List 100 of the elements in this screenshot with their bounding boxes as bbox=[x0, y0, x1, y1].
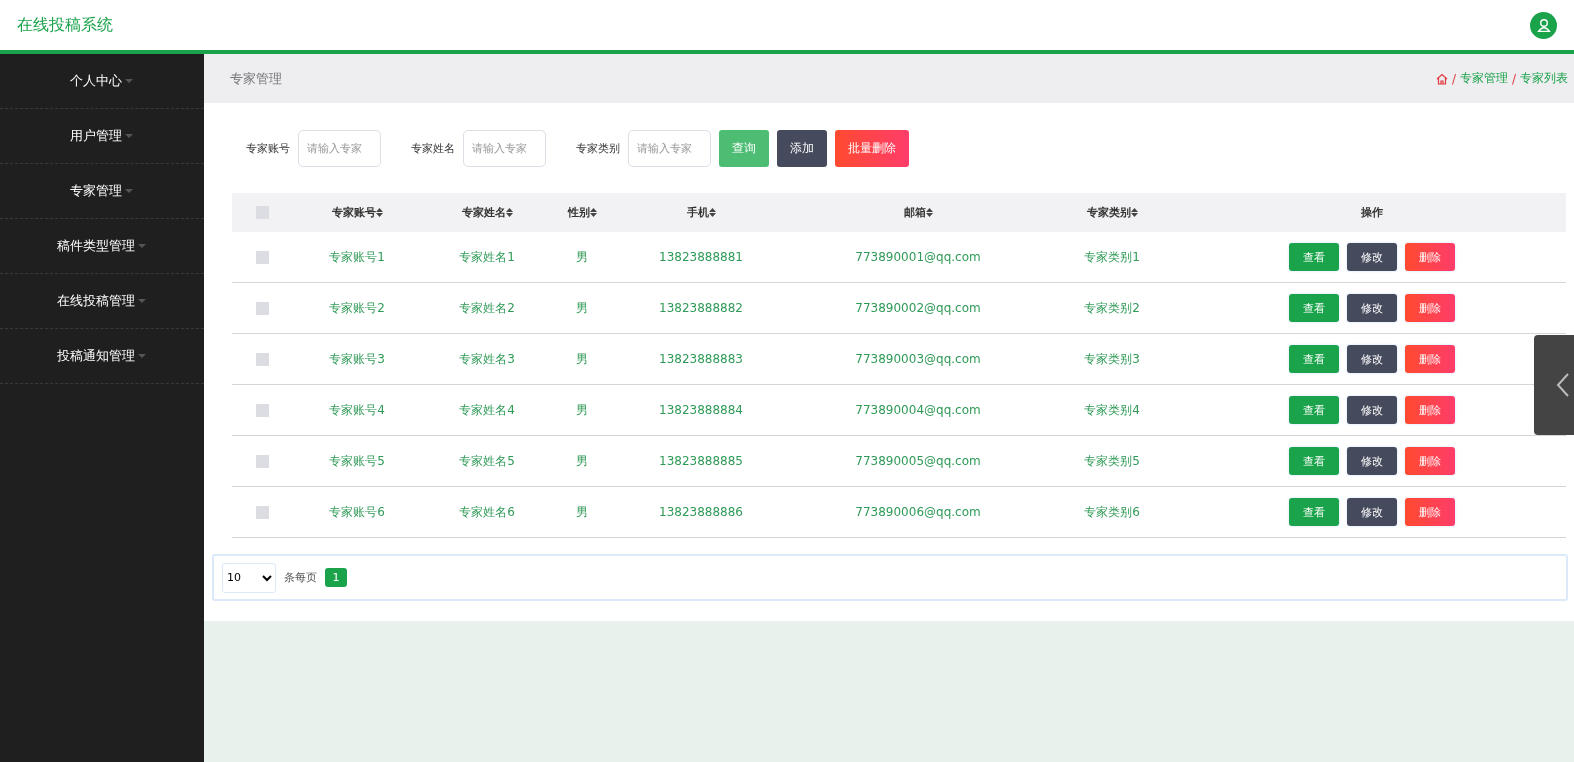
table-cell-text: 专家类别4 bbox=[1083, 401, 1141, 419]
column-header: 邮箱 bbox=[903, 205, 926, 220]
caret-icon bbox=[124, 78, 134, 84]
table-cell-text: 专家类别2 bbox=[1083, 299, 1141, 317]
table-cell-text: 专家姓名5 bbox=[458, 452, 516, 470]
table-cell-text: 专家账号4 bbox=[328, 401, 386, 419]
side-panel-tab[interactable] bbox=[1534, 335, 1574, 435]
column-header: 专家姓名 bbox=[461, 205, 506, 220]
batch-delete-button[interactable]: 批量删除 bbox=[835, 129, 909, 167]
chevron-left-icon bbox=[1556, 372, 1570, 398]
table-cell-text: 专家姓名4 bbox=[458, 401, 516, 419]
breadcrumb-separator: / bbox=[1511, 71, 1516, 86]
table-cell-text: 专家类别5 bbox=[1083, 452, 1141, 470]
table-cell-text: 773890006@qq.com bbox=[854, 505, 982, 519]
view-button[interactable]: 查看 bbox=[1289, 396, 1339, 424]
caret-icon bbox=[137, 298, 147, 304]
table-cell-text: 专家账号3 bbox=[328, 350, 386, 368]
caret-icon bbox=[137, 353, 147, 359]
per-page-label: 条每页 bbox=[284, 570, 317, 585]
page-size-select[interactable]: 10 bbox=[222, 562, 276, 593]
sort-icon[interactable] bbox=[589, 208, 597, 217]
row-checkbox[interactable] bbox=[255, 505, 269, 519]
delete-button[interactable]: 删除 bbox=[1405, 294, 1455, 322]
table-cell-text: 男 bbox=[575, 350, 589, 368]
sort-icon[interactable] bbox=[375, 208, 383, 217]
delete-button[interactable]: 删除 bbox=[1405, 498, 1455, 526]
table-cell-text: 13823888884 bbox=[658, 403, 744, 417]
row-checkbox[interactable] bbox=[255, 250, 269, 264]
column-header: 专家账号 bbox=[331, 205, 376, 220]
table-cell-text: 男 bbox=[575, 452, 589, 470]
sort-icon[interactable] bbox=[708, 208, 716, 217]
table-cell-text: 773890003@qq.com bbox=[854, 352, 982, 366]
breadcrumb-link[interactable]: 专家列表 bbox=[1520, 70, 1568, 87]
row-checkbox[interactable] bbox=[255, 454, 269, 468]
table-cell-text: 773890002@qq.com bbox=[854, 301, 982, 315]
view-button[interactable]: 查看 bbox=[1289, 345, 1339, 373]
filter-input[interactable]: 请输入专家 bbox=[298, 129, 381, 167]
page-title: 专家管理 bbox=[230, 69, 282, 88]
sort-icon[interactable] bbox=[505, 208, 513, 217]
view-button[interactable]: 查看 bbox=[1289, 243, 1339, 271]
edit-button[interactable]: 修改 bbox=[1347, 447, 1397, 475]
table-cell-text: 13823888882 bbox=[658, 301, 744, 315]
table-cell-text: 专家账号5 bbox=[328, 452, 386, 470]
table-cell-text: 13823888883 bbox=[658, 352, 744, 366]
table-cell-text: 男 bbox=[575, 503, 589, 521]
table-cell-text: 13823888885 bbox=[658, 454, 744, 468]
table-cell-text: 专家账号2 bbox=[328, 299, 386, 317]
row-checkbox[interactable] bbox=[255, 301, 269, 315]
user-avatar-icon[interactable] bbox=[1530, 11, 1557, 39]
table-cell-text: 专家账号6 bbox=[328, 503, 386, 521]
home-icon[interactable] bbox=[1435, 72, 1448, 85]
caret-icon bbox=[124, 188, 134, 194]
edit-button[interactable]: 修改 bbox=[1347, 396, 1397, 424]
filter-input[interactable]: 请输入专家 bbox=[628, 129, 711, 167]
edit-button[interactable]: 修改 bbox=[1347, 243, 1397, 271]
table-cell-text: 专家类别1 bbox=[1083, 248, 1141, 266]
table-cell-text: 13823888886 bbox=[658, 505, 744, 519]
sort-icon[interactable] bbox=[925, 208, 933, 217]
breadcrumb-separator: / bbox=[1451, 71, 1456, 86]
app-title: 在线投稿系统 bbox=[17, 14, 113, 36]
row-checkbox[interactable] bbox=[255, 352, 269, 366]
column-header: 性别 bbox=[567, 205, 590, 220]
edit-button[interactable]: 修改 bbox=[1347, 294, 1397, 322]
row-checkbox[interactable] bbox=[255, 403, 269, 417]
table-cell-text: 773890004@qq.com bbox=[854, 403, 982, 417]
edit-button[interactable]: 修改 bbox=[1347, 498, 1397, 526]
table-cell-text: 13823888881 bbox=[658, 250, 744, 264]
search-button[interactable]: 查询 bbox=[719, 129, 769, 167]
breadcrumb-link[interactable]: 专家管理 bbox=[1459, 70, 1508, 87]
column-header: 专家类别 bbox=[1086, 205, 1131, 220]
column-header: 操作 bbox=[1361, 205, 1383, 220]
view-button[interactable]: 查看 bbox=[1289, 498, 1339, 526]
table-cell-text: 男 bbox=[575, 299, 589, 317]
table-cell-text: 专家类别3 bbox=[1083, 350, 1141, 368]
table-cell-text: 专家账号1 bbox=[328, 248, 386, 266]
delete-button[interactable]: 删除 bbox=[1405, 345, 1455, 373]
delete-button[interactable]: 删除 bbox=[1405, 243, 1455, 271]
add-button[interactable]: 添加 bbox=[777, 129, 827, 167]
column-header: 手机 bbox=[686, 205, 709, 220]
view-button[interactable]: 查看 bbox=[1289, 447, 1339, 475]
edit-button[interactable]: 修改 bbox=[1347, 345, 1397, 373]
filter-label: 专家账号 bbox=[246, 140, 290, 156]
filter-label: 专家姓名 bbox=[411, 140, 455, 156]
sort-icon[interactable] bbox=[1130, 208, 1138, 217]
table-cell-text: 专家姓名3 bbox=[458, 350, 516, 368]
delete-button[interactable]: 删除 bbox=[1405, 447, 1455, 475]
table-cell-text: 专家姓名6 bbox=[458, 503, 516, 521]
page-button[interactable]: 1 bbox=[325, 568, 347, 587]
caret-icon bbox=[137, 243, 147, 249]
filter-label: 专家类别 bbox=[576, 140, 620, 156]
table-cell-text: 男 bbox=[575, 401, 589, 419]
table-cell-text: 男 bbox=[575, 248, 589, 266]
table-cell-text: 专家姓名1 bbox=[458, 248, 516, 266]
table-cell-text: 专家姓名2 bbox=[458, 299, 516, 317]
table-cell-text: 773890001@qq.com bbox=[854, 250, 982, 264]
table-cell-text: 773890005@qq.com bbox=[854, 454, 982, 468]
view-button[interactable]: 查看 bbox=[1289, 294, 1339, 322]
delete-button[interactable]: 删除 bbox=[1405, 396, 1455, 424]
table-cell-text: 专家类别6 bbox=[1083, 503, 1141, 521]
filter-input[interactable]: 请输入专家 bbox=[463, 129, 546, 167]
